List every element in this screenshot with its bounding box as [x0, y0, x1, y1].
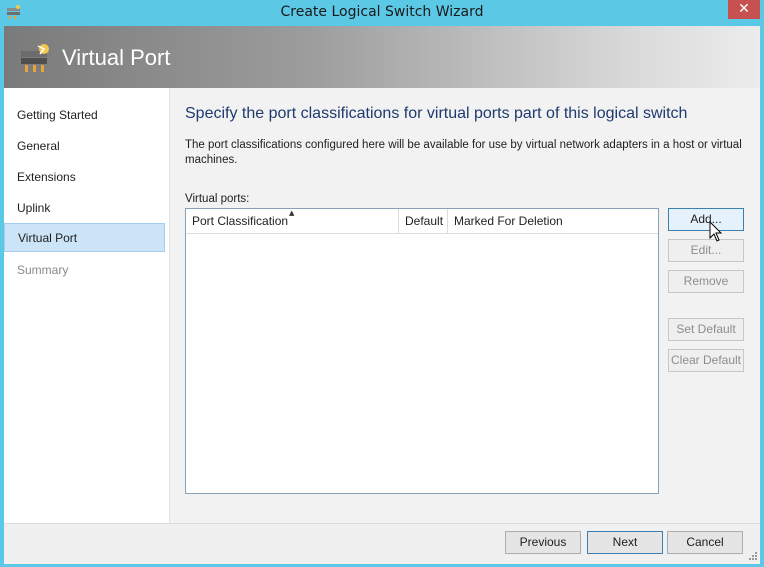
edit-button[interactable]: Edit... — [668, 239, 744, 262]
sidebar-item-virtual-port[interactable]: Virtual Port — [4, 223, 165, 252]
page-banner: Virtual Port — [4, 26, 760, 88]
previous-button[interactable]: Previous — [505, 531, 581, 554]
page-title: Virtual Port — [62, 45, 171, 70]
set-default-button[interactable]: Set Default — [668, 318, 744, 341]
switch-icon — [21, 44, 49, 72]
wizard-body: Virtual Port Getting Started General Ext… — [4, 26, 760, 564]
section-heading: Specify the port classifications for vir… — [185, 105, 688, 122]
next-button[interactable]: Next — [587, 531, 663, 554]
content-pane: Specify the port classifications for vir… — [170, 88, 760, 523]
virtual-ports-label: Virtual ports: — [185, 193, 250, 205]
sidebar-item-summary: Summary — [17, 263, 69, 277]
resize-grip-icon[interactable] — [748, 551, 758, 561]
virtual-ports-list[interactable]: Port Classification ▲ Default Marked For… — [185, 208, 659, 494]
column-header-marked-for-deletion[interactable]: Marked For Deletion — [448, 209, 658, 233]
sidebar-item-uplink[interactable]: Uplink — [4, 194, 165, 223]
section-description: The port classifications configured here… — [185, 139, 742, 166]
window-title: Create Logical Switch Wizard — [280, 4, 484, 20]
title-bar: Create Logical Switch Wizard ✕ — [0, 0, 764, 24]
sidebar-item-extensions[interactable]: Extensions — [4, 163, 165, 192]
mouse-pointer-icon — [709, 221, 723, 242]
wizard-footer: Previous Next Cancel — [4, 523, 760, 564]
add-button[interactable]: Add... — [668, 208, 744, 231]
sort-ascending-icon: ▲ — [289, 209, 295, 217]
close-button[interactable]: ✕ — [728, 0, 760, 19]
wizard-window: Create Logical Switch Wizard ✕ Virtual P… — [0, 0, 764, 567]
clear-default-button[interactable]: Clear Default — [668, 349, 744, 372]
list-header: Port Classification ▲ Default Marked For… — [186, 209, 658, 234]
remove-button[interactable]: Remove — [668, 270, 744, 293]
cancel-button[interactable]: Cancel — [667, 531, 743, 554]
sidebar-item-general[interactable]: General — [4, 132, 165, 161]
column-header-default[interactable]: Default — [399, 209, 448, 233]
wizard-steps-sidebar: Getting Started General Extensions Uplin… — [4, 88, 170, 523]
sidebar-item-getting-started[interactable]: Getting Started — [4, 101, 165, 130]
